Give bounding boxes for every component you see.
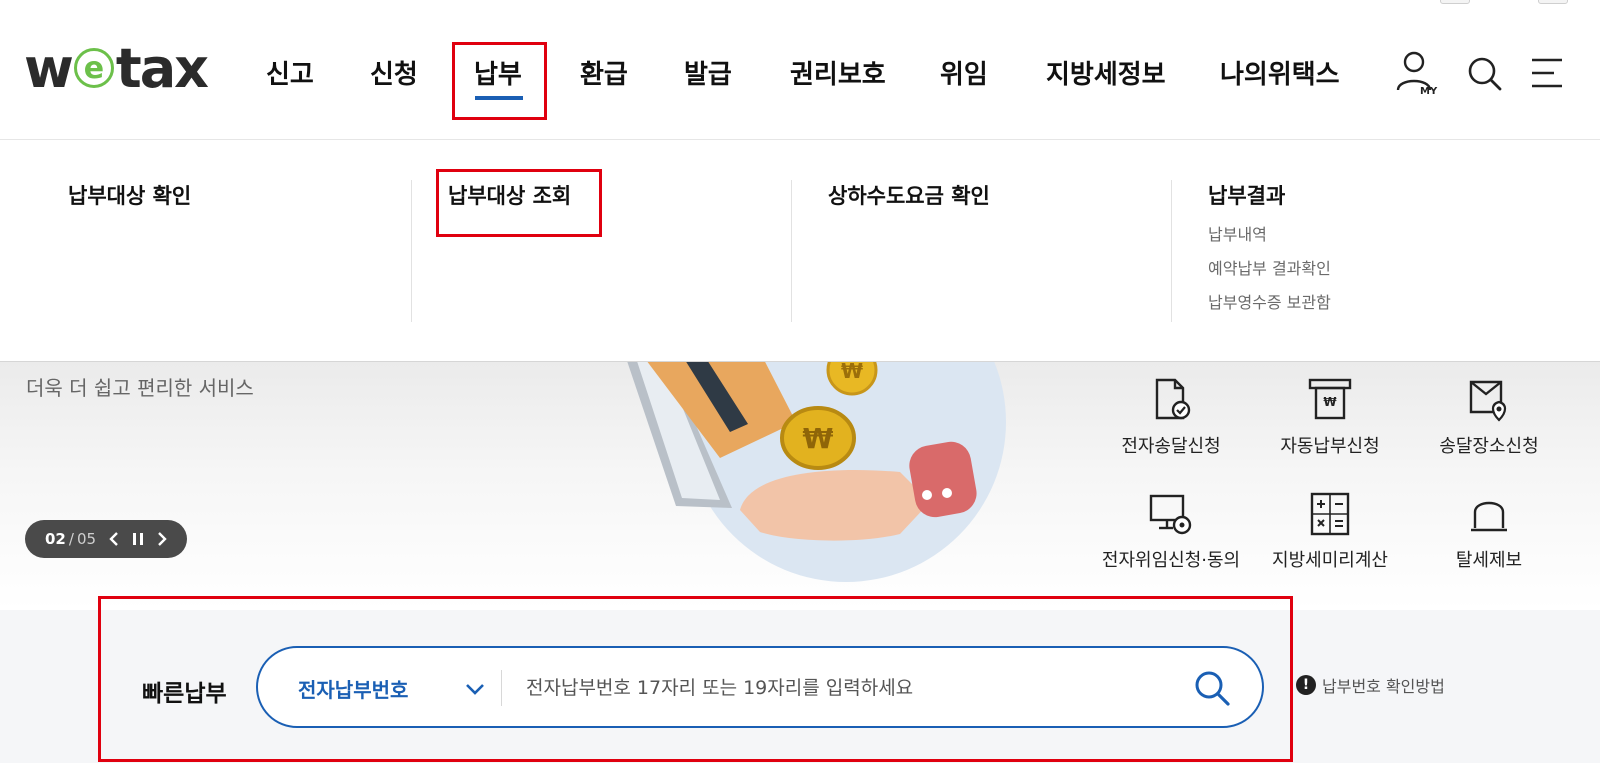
my-label: MY (1420, 86, 1438, 96)
megamenu-divider (411, 180, 412, 322)
quick-link-tax-evasion-report[interactable]: 탈세제보 (1409, 492, 1569, 572)
megamenu-column: 상하수도요금 확인 (828, 180, 990, 210)
payment-mega-menu: 납부대상 확인 납부대상 조회 상하수도요금 확인 납부결과 납부내역 예약납부… (0, 140, 1600, 362)
payment-number-type-select[interactable]: 전자납부번호 (298, 674, 408, 703)
logo-text-tax: tax (115, 36, 209, 100)
svg-text:₩: ₩ (1323, 395, 1337, 409)
gnb-item-apply[interactable]: 신청 (370, 54, 418, 91)
menu-payment-result[interactable]: 납부결과 (1208, 180, 1331, 210)
menu-payment-target-inquiry[interactable]: 납부대상 조회 (448, 180, 571, 210)
prev-slide-icon[interactable] (102, 527, 126, 551)
quick-link-label: 지방세미리계산 (1272, 550, 1388, 571)
won-symbol: ₩ (841, 362, 863, 383)
gnb-item-delegation[interactable]: 위임 (940, 54, 988, 91)
monitor-delegate-icon (1149, 494, 1192, 535)
next-slide-icon[interactable] (150, 527, 174, 551)
gnb-item-refund[interactable]: 환급 (580, 54, 628, 91)
quick-link-e-delegation[interactable]: 전자위임신청·동의 (1091, 492, 1251, 572)
menu-reserved-payment-result[interactable]: 예약납부 결과확인 (1208, 260, 1331, 278)
megamenu-column: 납부결과 납부내역 예약납부 결과확인 납부영수증 보관함 (1208, 180, 1331, 312)
document-check-icon (1155, 378, 1191, 420)
pause-icon[interactable] (126, 527, 150, 551)
hero-banner: 더욱 더 쉽고 편리한 서비스 ₩ ₩ 02 / 05 전자송달신청 ₩ 자동납… (0, 362, 1600, 610)
gnb-item-rights[interactable]: 권리보호 (790, 54, 886, 91)
alarm-bell-icon (1471, 501, 1507, 532)
hero-subtitle: 더욱 더 쉽고 편리한 서비스 (26, 376, 254, 400)
menu-payment-target-check[interactable]: 납부대상 확인 (68, 180, 191, 210)
quick-link-delivery-place[interactable]: 송달장소신청 (1409, 378, 1569, 458)
quick-link-label: 송달장소신청 (1439, 436, 1539, 457)
calculator-icon (1310, 492, 1350, 536)
search-icon[interactable] (1464, 50, 1506, 96)
slide-total: 05 (76, 530, 97, 548)
delivery-location-icon (1469, 380, 1507, 422)
megamenu-divider (791, 180, 792, 322)
logo-e-mark: e (73, 48, 114, 88)
gnb-item-local-tax-info[interactable]: 지방세정보 (1046, 54, 1166, 91)
chevron-down-icon[interactable] (464, 678, 486, 700)
hero-illustration: ₩ ₩ (627, 362, 1006, 582)
quick-link-tax-calculator[interactable]: 지방세미리계산 (1250, 492, 1410, 572)
megamenu-divider (1171, 180, 1172, 322)
quick-link-label: 탈세제보 (1455, 550, 1523, 571)
logo-text-w: w (24, 36, 74, 100)
quick-link-label: 전자위임신청·동의 (1101, 550, 1241, 571)
top-utility-button[interactable] (1440, 0, 1470, 4)
payment-number-help-link[interactable]: ! 납부번호 확인방법 (1296, 673, 1445, 697)
gnb-item-report[interactable]: 신고 (266, 54, 314, 91)
quick-link-auto-payment[interactable]: ₩ 자동납부신청 (1250, 378, 1410, 458)
gnb-item-payment[interactable]: 납부 (474, 54, 522, 91)
quick-payment-title: 빠른납부 (142, 681, 227, 707)
menu-receipt-storage[interactable]: 납부영수증 보관함 (1208, 294, 1331, 312)
active-tab-indicator (475, 96, 523, 100)
auto-payment-icon: ₩ (1308, 378, 1352, 420)
megamenu-column: 납부대상 조회 (448, 180, 571, 210)
alert-icon: ! (1296, 675, 1316, 695)
search-icon[interactable] (1192, 668, 1232, 708)
quick-link-e-delivery[interactable]: 전자송달신청 (1091, 378, 1251, 458)
quick-link-label: 전자송달신청 (1121, 436, 1221, 457)
quick-payment-search-box: 전자납부번호 (256, 646, 1264, 728)
my-page-icon[interactable]: MY (1396, 50, 1438, 97)
quick-payment-section: 빠른납부 전자납부번호 ! 납부번호 확인방법 (0, 610, 1600, 763)
payment-number-input[interactable] (526, 668, 1146, 708)
top-utility-button[interactable] (1538, 0, 1568, 4)
slider-controls: 02 / 05 (25, 520, 187, 558)
search-box-divider (501, 670, 502, 706)
help-link-label: 납부번호 확인방법 (1322, 677, 1445, 696)
megamenu-column: 납부대상 확인 (68, 180, 191, 210)
wetax-logo[interactable]: w e tax (24, 37, 209, 100)
slide-separator: / (68, 530, 74, 548)
slide-current: 02 (45, 530, 66, 548)
gnb-item-issue[interactable]: 발급 (684, 54, 732, 91)
site-header: w e tax 신고 신청 납부 환급 발급 권리보호 위임 지방세정보 나의위택스… (0, 0, 1600, 140)
quick-link-label: 자동납부신청 (1280, 436, 1380, 457)
won-symbol: ₩ (803, 422, 834, 455)
menu-icon[interactable] (1530, 50, 1572, 96)
gnb-item-my-wetax[interactable]: 나의위택스 (1220, 54, 1340, 91)
menu-payment-history[interactable]: 납부내역 (1208, 226, 1331, 244)
menu-water-bill-check[interactable]: 상하수도요금 확인 (828, 180, 990, 210)
